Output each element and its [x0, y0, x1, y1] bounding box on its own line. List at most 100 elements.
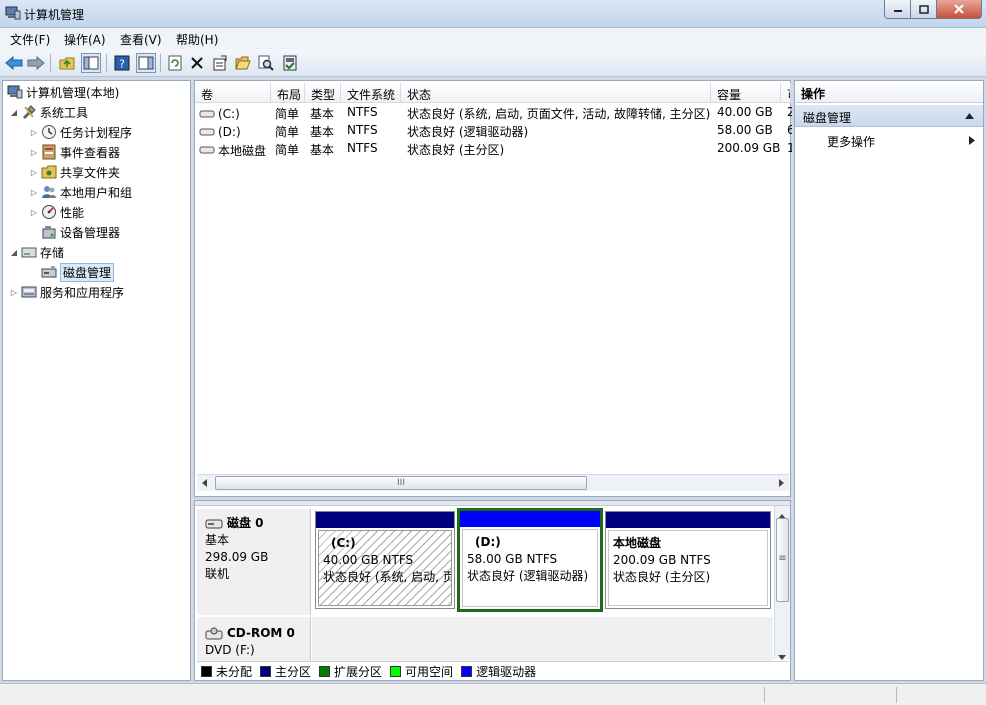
scroll-left-button[interactable]	[197, 475, 213, 491]
expand-arrow-icon[interactable]: ▷	[29, 188, 39, 197]
tree-item-label: 设备管理器	[60, 225, 121, 240]
cdrom-area	[312, 617, 773, 661]
actions-section-disk-management[interactable]: 磁盘管理	[795, 105, 983, 127]
volume-filesystem: NTFS	[347, 105, 378, 119]
menu-view[interactable]: 查看(V)	[120, 31, 162, 48]
column-header-type[interactable]: 类型	[305, 83, 341, 103]
table-row[interactable]: 本地磁盘	[199, 141, 271, 159]
volume-type: 基本	[310, 107, 335, 121]
minimize-button[interactable]	[884, 0, 911, 19]
up-level-button[interactable]	[57, 53, 77, 73]
menu-action[interactable]: 操作(A)	[64, 31, 106, 48]
toolbar: ?	[0, 49, 986, 77]
delete-button[interactable]	[187, 53, 207, 73]
show-hide-action-pane-button[interactable]	[136, 53, 156, 73]
tree-item-local-users-groups[interactable]: ▷ 本地用户和组	[29, 183, 132, 201]
partition-local-disk[interactable]: 本地磁盘 200.09 GB NTFS 状态良好 (主分区)	[605, 511, 771, 609]
show-hide-tree-button[interactable]	[81, 53, 101, 73]
back-button[interactable]	[4, 53, 24, 73]
cdrom-0-label[interactable]: CD-ROM 0 DVD (F:)	[197, 617, 311, 661]
more-actions-item[interactable]: 更多操作	[795, 131, 983, 151]
legend-swatch	[201, 665, 212, 677]
forward-button[interactable]	[26, 53, 46, 73]
users-icon	[42, 186, 56, 198]
help-button[interactable]: ?	[112, 53, 132, 73]
tree-item-event-viewer[interactable]: ▷ 事件查看器	[29, 143, 120, 161]
console-tree: 计算机管理(本地) ◢ 系统工具 ▷ 任务计划程序 ▷ 事件查看器 ▷ 共享文件…	[2, 80, 191, 681]
tree-item-label: 计算机管理(本地)	[26, 85, 120, 100]
table-row[interactable]: (D:)	[199, 123, 271, 141]
partition-name: (D:)	[475, 535, 501, 549]
title-bar[interactable]: 计算机管理	[0, 0, 986, 28]
partition-size: 58.00 GB NTFS	[467, 552, 558, 566]
legend-extended-partition: 扩展分区	[319, 663, 382, 680]
tree-item-performance[interactable]: ▷ 性能	[29, 203, 84, 221]
drive-icon	[199, 128, 215, 136]
delete-x-icon	[191, 57, 203, 69]
tree-item-services-applications[interactable]: ▷ 服务和应用程序	[9, 283, 124, 301]
back-arrow-icon	[5, 56, 23, 70]
search-button[interactable]	[256, 53, 276, 73]
column-header-filesystem[interactable]: 文件系统	[341, 83, 401, 103]
expand-arrow-icon[interactable]: ▷	[29, 128, 39, 137]
collapse-arrow-icon[interactable]: ◢	[9, 108, 19, 117]
tree-item-shared-folders[interactable]: ▷ 共享文件夹	[29, 163, 120, 181]
column-header-free[interactable]: 可	[781, 83, 791, 103]
table-row[interactable]: (C:)	[199, 105, 271, 123]
refresh-icon	[168, 55, 182, 71]
open-folder-icon	[235, 56, 251, 70]
expand-arrow-icon[interactable]: ▷	[29, 148, 39, 157]
partition-size: 40.00 GB NTFS	[323, 553, 414, 567]
disk-properties-button[interactable]	[280, 53, 300, 73]
tree-item-computer-management[interactable]: 计算机管理(本地)	[5, 83, 119, 101]
scroll-right-button[interactable]	[773, 475, 789, 491]
tree-item-task-scheduler[interactable]: ▷ 任务计划程序	[29, 123, 132, 141]
volume-status: 状态良好 (系统, 启动, 页面文件, 活动, 故障转储, 主分区)	[407, 107, 711, 121]
tree-item-system-tools[interactable]: ◢ 系统工具	[9, 103, 88, 121]
volume-filesystem: NTFS	[347, 123, 378, 137]
tree-item-disk-management[interactable]: 磁盘管理	[39, 262, 115, 282]
close-button[interactable]	[936, 0, 982, 19]
expand-arrow-icon[interactable]: ▷	[9, 288, 19, 297]
partition-d[interactable]: (D:) 58.00 GB NTFS 状态良好 (逻辑驱动器)	[457, 508, 603, 612]
drive-icon	[199, 110, 215, 118]
horizontal-scrollbar[interactable]: III	[197, 474, 789, 491]
legend-label: 逻辑驱动器	[476, 664, 537, 679]
submenu-arrow-icon	[969, 136, 975, 145]
expand-arrow-icon[interactable]: ▷	[29, 168, 39, 177]
shared-folder-icon	[41, 165, 57, 179]
partition-c[interactable]: (C:) 40.00 GB NTFS 状态良好 (系统, 启动, 页	[315, 511, 455, 609]
menu-file[interactable]: 文件(F)	[10, 31, 50, 48]
disk-size: 298.09 GB	[205, 550, 269, 564]
tree-item-storage[interactable]: ◢ 存储	[9, 243, 64, 261]
properties-button[interactable]	[210, 53, 230, 73]
maximize-button[interactable]	[910, 0, 937, 19]
volume-capacity: 40.00 GB	[717, 105, 773, 119]
storage-icon	[21, 247, 37, 258]
performance-icon	[42, 205, 56, 219]
minimize-icon	[893, 10, 902, 12]
refresh-button[interactable]	[165, 53, 185, 73]
actions-section-title: 磁盘管理	[803, 111, 852, 125]
open-button[interactable]	[233, 53, 253, 73]
volume-name: (D:)	[218, 125, 241, 139]
partition-size: 200.09 GB NTFS	[613, 553, 711, 567]
column-header-capacity[interactable]: 容量	[711, 83, 781, 103]
partition-body: 本地磁盘 200.09 GB NTFS 状态良好 (主分区)	[608, 530, 768, 606]
menu-help[interactable]: 帮助(H)	[176, 31, 218, 48]
tree-item-device-manager[interactable]: 设备管理器	[39, 223, 120, 241]
scroll-thumb[interactable]: ≡	[776, 518, 789, 602]
collapse-arrow-icon[interactable]: ◢	[9, 248, 19, 257]
event-viewer-icon	[42, 144, 56, 160]
scroll-thumb[interactable]: III	[215, 476, 587, 490]
clock-icon	[42, 125, 56, 139]
disk-0-label[interactable]: 磁盘 0 基本 298.09 GB 联机	[197, 509, 311, 615]
volume-status: 状态良好 (主分区)	[407, 143, 505, 157]
expand-arrow-icon[interactable]: ▷	[29, 208, 39, 217]
vertical-scrollbar[interactable]: ≡	[774, 506, 790, 660]
column-header-volume[interactable]: 卷	[195, 83, 271, 103]
partition-status: 状态良好 (主分区)	[613, 570, 711, 584]
legend-swatch	[260, 665, 272, 677]
column-header-layout[interactable]: 布局	[271, 83, 305, 103]
column-header-status[interactable]: 状态	[401, 83, 711, 103]
